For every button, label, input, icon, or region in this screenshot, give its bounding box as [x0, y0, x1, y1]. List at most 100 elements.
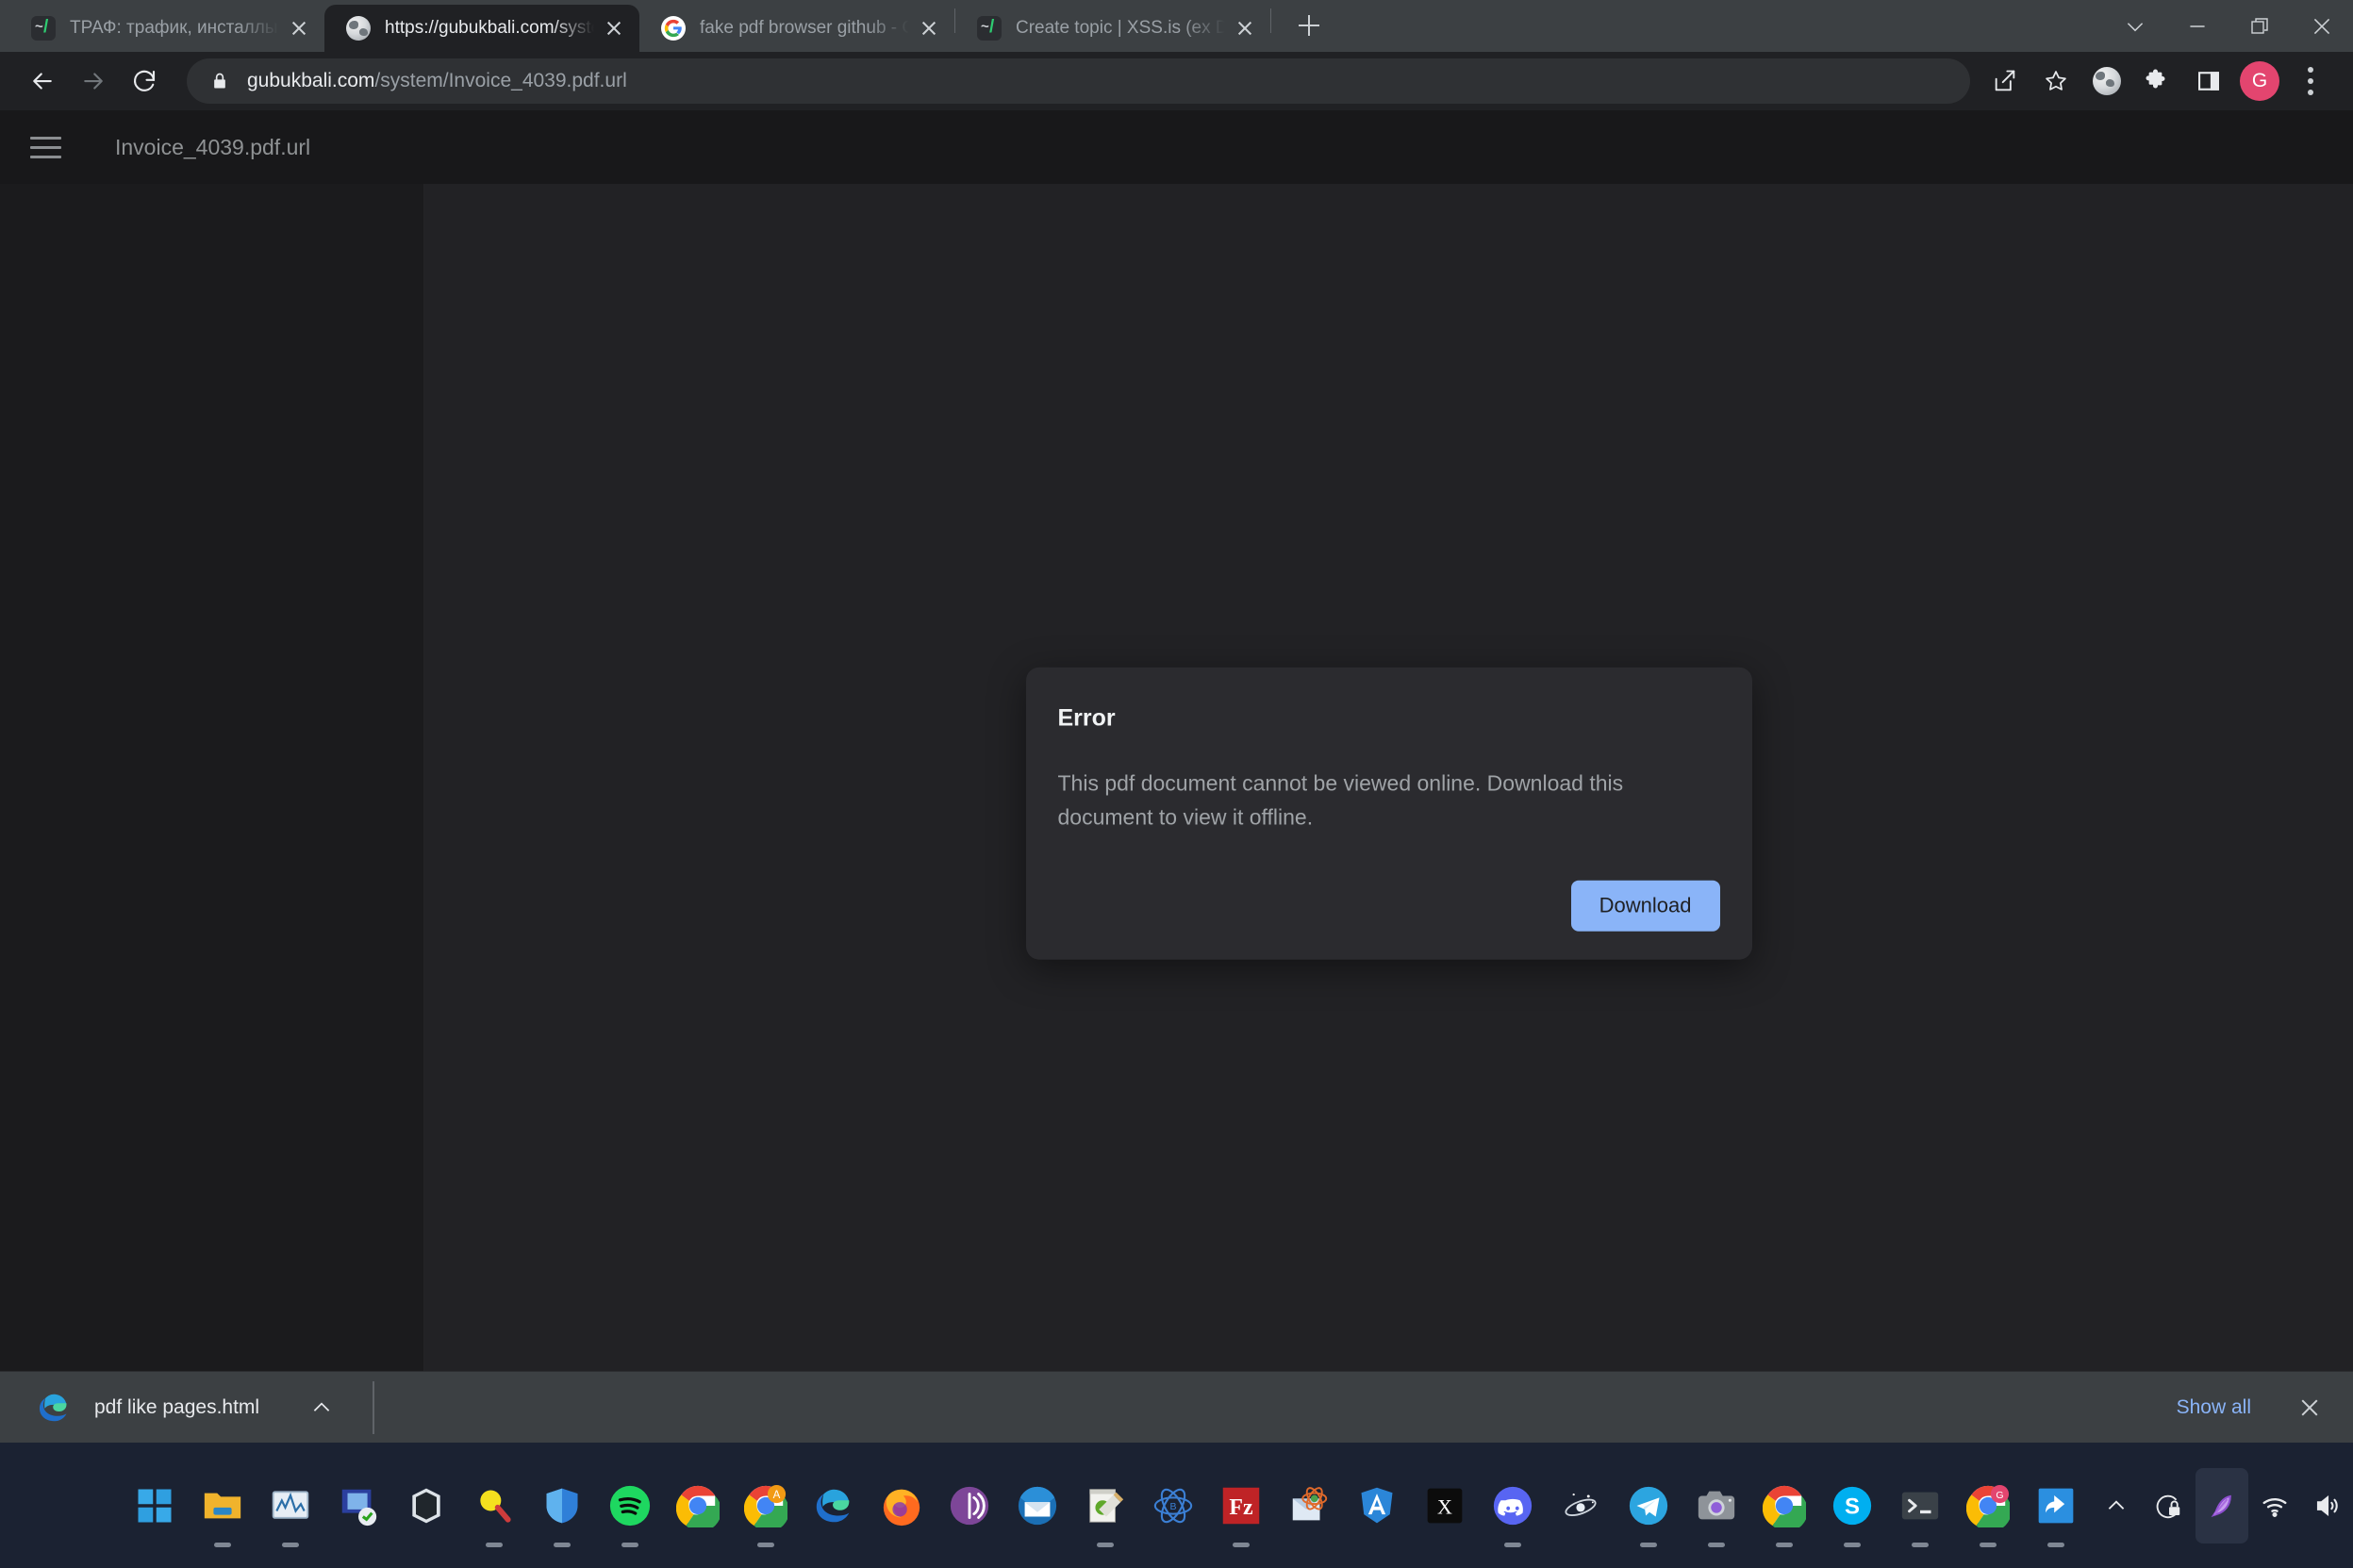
galaxy-icon — [1556, 1481, 1605, 1530]
lock-icon[interactable] — [207, 69, 232, 93]
download-file-name: pdf like pages.html — [94, 1395, 260, 1418]
tor-icon — [945, 1481, 994, 1530]
avatar[interactable]: G — [2234, 56, 2285, 107]
viewer-sidebar — [0, 184, 424, 1443]
microsoft-edge[interactable] — [800, 1457, 868, 1555]
x-icon: X — [1420, 1481, 1469, 1530]
dialog-title: Error — [1057, 704, 1116, 732]
skype-icon: S — [1828, 1481, 1877, 1530]
notepad-icon — [1081, 1481, 1130, 1530]
tor-browser[interactable] — [936, 1457, 1003, 1555]
chrome-icon — [1760, 1481, 1809, 1530]
share-app[interactable] — [2022, 1457, 2090, 1555]
terminal[interactable] — [1886, 1457, 1954, 1555]
omnibox-actions: G — [1980, 56, 2336, 107]
xshell[interactable]: X — [1411, 1457, 1479, 1555]
task-manager[interactable] — [257, 1457, 324, 1555]
google-chrome[interactable] — [664, 1457, 732, 1555]
skype[interactable]: S — [1818, 1457, 1886, 1555]
download-item[interactable]: pdf like pages.html — [21, 1381, 356, 1434]
galaxy-app[interactable] — [1547, 1457, 1615, 1555]
discord[interactable] — [1479, 1457, 1547, 1555]
forward-button[interactable] — [68, 56, 119, 107]
close-icon[interactable] — [1231, 14, 1259, 42]
hamburger-menu-icon[interactable] — [30, 127, 70, 167]
back-button[interactable] — [17, 56, 68, 107]
mozilla-firefox[interactable] — [868, 1457, 936, 1555]
spotify[interactable] — [596, 1457, 664, 1555]
show-all-button[interactable]: Show all — [2152, 1384, 2276, 1431]
minimize-icon[interactable] — [2166, 0, 2229, 52]
wifi-icon[interactable] — [2248, 1468, 2301, 1543]
side-panel-icon[interactable] — [2183, 56, 2234, 107]
filezilla[interactable]: Fz — [1207, 1457, 1275, 1555]
downloads-separator — [373, 1380, 375, 1434]
globe-icon[interactable] — [2081, 56, 2132, 107]
tab-traf[interactable]: ~/ ТРАФ: трафик, инсталлы, логи | — [9, 5, 324, 52]
pdf-viewer-page: Invoice_4039.pdf.url Error This pdf docu… — [0, 110, 2353, 1443]
tab-title: ТРАФ: трафик, инсталлы, логи | — [70, 18, 279, 38]
new-tab-button[interactable] — [1284, 1, 1334, 50]
close-icon[interactable] — [2287, 1385, 2332, 1430]
sharex-camera[interactable] — [1682, 1457, 1750, 1555]
thunderbird[interactable] — [1003, 1457, 1071, 1555]
chrome-profile-g[interactable]: G — [1954, 1457, 2022, 1555]
thunderbird-icon — [1013, 1481, 1062, 1530]
chrome-g-icon: G — [1964, 1481, 2013, 1530]
tab-title: fake pdf browser github - Google — [700, 18, 909, 38]
feather-icon[interactable] — [2196, 1467, 2248, 1543]
lock-circle-icon[interactable] — [2143, 1468, 2196, 1543]
page-title: Invoice_4039.pdf.url — [115, 134, 311, 159]
close-icon[interactable] — [600, 14, 628, 42]
close-icon[interactable] — [285, 14, 313, 42]
chevron-down-icon[interactable] — [2104, 0, 2166, 52]
mail-client[interactable] — [1275, 1457, 1343, 1555]
notepad-plus-plus[interactable] — [1071, 1457, 1139, 1555]
magnifier-icon — [470, 1481, 519, 1530]
tab-separator — [1270, 8, 1271, 33]
chevron-up-icon[interactable] — [303, 1389, 340, 1427]
bookmark-star-icon[interactable] — [2030, 56, 2081, 107]
maximize-icon[interactable] — [2229, 0, 2291, 52]
url-path: /system/Invoice_4039.pdf.url — [374, 70, 627, 91]
edge-icon — [36, 1390, 72, 1426]
speaker-icon[interactable] — [2301, 1468, 2353, 1543]
svg-text:A: A — [773, 1489, 781, 1500]
terminal-prompt-icon — [1896, 1481, 1945, 1530]
address-bar[interactable]: gubukbali.com/system/Invoice_4039.pdf.ur… — [187, 58, 1970, 104]
windows-defender[interactable] — [528, 1457, 596, 1555]
close-icon[interactable] — [2291, 0, 2353, 52]
discord-icon — [1488, 1481, 1537, 1530]
remote-desktop[interactable] — [324, 1457, 392, 1555]
extensions-puzzle-icon[interactable] — [2132, 56, 2183, 107]
chrome-window[interactable] — [1750, 1457, 1818, 1555]
download-button[interactable]: Download — [1570, 880, 1720, 932]
globe-icon — [345, 15, 372, 41]
tab-google-search[interactable]: fake pdf browser github - Google — [639, 5, 954, 52]
angular-app[interactable] — [1343, 1457, 1411, 1555]
virtualbox-icon — [402, 1481, 451, 1530]
chrome-alt-profile[interactable]: A — [732, 1457, 800, 1555]
browser-menu-button[interactable] — [2285, 56, 2336, 107]
tab-list: ~/ ТРАФ: трафик, инсталлы, логи | https:… — [0, 0, 1334, 52]
share-blue-icon — [2031, 1481, 2080, 1530]
telegram[interactable] — [1615, 1457, 1682, 1555]
start-button[interactable] — [121, 1457, 189, 1555]
share-icon[interactable] — [1980, 56, 2030, 107]
file-explorer[interactable] — [189, 1457, 257, 1555]
address-bar-text: gubukbali.com/system/Invoice_4039.pdf.ur… — [247, 70, 627, 92]
google-icon — [660, 15, 687, 41]
mail-atom-icon — [1284, 1481, 1334, 1530]
chart-monitor-icon — [266, 1481, 315, 1530]
terminal-icon: ~ / — [976, 15, 1003, 41]
atom-editor[interactable]: B — [1139, 1457, 1207, 1555]
svg-text:G: G — [1996, 1489, 2003, 1500]
show-hidden-icons-button[interactable] — [2090, 1468, 2143, 1543]
everything-search[interactable] — [460, 1457, 528, 1555]
tab-xss-create-topic[interactable]: ~/ Create topic | XSS.is (ex DaMaGeL — [955, 5, 1270, 52]
virtualbox[interactable] — [392, 1457, 460, 1555]
close-icon[interactable] — [915, 14, 943, 42]
reload-button[interactable] — [119, 56, 170, 107]
firefox-icon — [877, 1481, 926, 1530]
tab-gubukbali[interactable]: https://gubukbali.com/system/Inv — [324, 5, 639, 52]
